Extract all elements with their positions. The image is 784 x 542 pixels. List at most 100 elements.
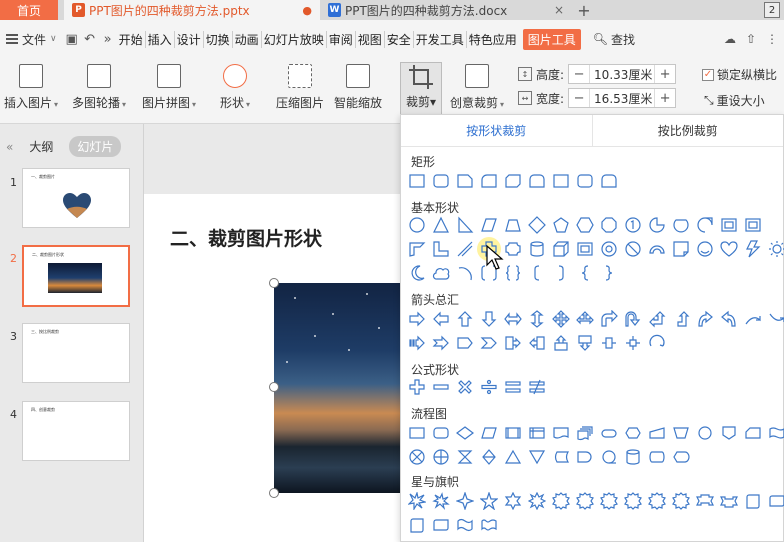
shape-seal-icon[interactable] bbox=[597, 489, 621, 513]
shape-fl-man-op-icon[interactable] bbox=[669, 421, 693, 445]
shape-wave2-icon[interactable] bbox=[477, 513, 501, 537]
more-icon[interactable]: » bbox=[99, 30, 117, 48]
shape-fl-doc-icon[interactable] bbox=[549, 421, 573, 445]
shape-fl-collate-icon[interactable] bbox=[453, 445, 477, 469]
shape-frame-icon[interactable] bbox=[741, 213, 765, 237]
shape-ribbon-icon[interactable] bbox=[693, 489, 717, 513]
shape-burst-icon[interactable] bbox=[405, 489, 429, 513]
shape-fl-data-icon[interactable] bbox=[477, 421, 501, 445]
tab-crop-by-shape[interactable]: 按形状裁剪 bbox=[401, 115, 592, 146]
shape-a-notch-icon[interactable] bbox=[429, 331, 453, 355]
shape-rect-icon[interactable] bbox=[549, 169, 573, 193]
shape-snip-icon[interactable] bbox=[453, 169, 477, 193]
shape-moon-icon[interactable] bbox=[405, 261, 429, 285]
creative-crop-button[interactable]: 创意裁剪 ▾ bbox=[450, 64, 504, 111]
resize-handle-bottom-left[interactable] bbox=[269, 488, 279, 498]
shape-tri-icon[interactable] bbox=[429, 213, 453, 237]
insert-picture-button[interactable]: 插入图片 ▾ bbox=[4, 64, 58, 111]
width-increase-button[interactable]: + bbox=[655, 91, 675, 106]
search-command[interactable]: 🔍︎ 查找 bbox=[593, 31, 635, 48]
shape-fl-prep-icon[interactable] bbox=[621, 421, 645, 445]
lock-aspect-ratio[interactable]: ✓ 锁定纵横比 bbox=[702, 66, 777, 83]
shape-hex-icon[interactable] bbox=[573, 213, 597, 237]
current-slide[interactable]: 二、裁剪图片形状 bbox=[144, 194, 400, 542]
shape-arc-l-icon[interactable] bbox=[453, 261, 477, 285]
tab-close-icon[interactable]: × bbox=[554, 3, 564, 17]
shape-fl-seq-icon[interactable] bbox=[597, 445, 621, 469]
shape-a-curv-l-icon[interactable] bbox=[717, 307, 741, 331]
shape-f-plus-icon[interactable] bbox=[405, 375, 429, 399]
shape-a-call-l-icon[interactable] bbox=[525, 331, 549, 355]
tab-crop-by-ratio[interactable]: 按比例裁剪 bbox=[591, 115, 784, 146]
slide-title[interactable]: 二、裁剪图片形状 bbox=[170, 224, 322, 251]
compress-picture-button[interactable]: 压缩图片 bbox=[276, 64, 324, 111]
menu-tab-animation[interactable]: 动画 bbox=[231, 30, 261, 48]
shape-fl-direct-icon[interactable] bbox=[645, 445, 669, 469]
shape-corner-icon[interactable] bbox=[429, 237, 453, 261]
shape-fl-process-icon[interactable] bbox=[405, 421, 429, 445]
shape-fl-conn-icon[interactable] bbox=[693, 421, 717, 445]
slide-thumbnail-4[interactable]: 四、创意裁剪 bbox=[22, 401, 130, 461]
shape-round2-icon[interactable] bbox=[525, 169, 549, 193]
height-increase-button[interactable]: + bbox=[655, 67, 675, 82]
shape-scroll-h-icon[interactable] bbox=[765, 489, 784, 513]
shape-f-div-icon[interactable] bbox=[477, 375, 501, 399]
slide-thumbnail-3[interactable]: 三、按比例裁剪 bbox=[22, 323, 130, 383]
shape-f-ne-icon[interactable] bbox=[525, 375, 549, 399]
menu-tab-view[interactable]: 视图 bbox=[354, 30, 384, 48]
shape-rtri-icon[interactable] bbox=[453, 213, 477, 237]
shape-wave-icon[interactable] bbox=[453, 513, 477, 537]
shape-braces-icon[interactable] bbox=[501, 261, 525, 285]
menu-tab-developer[interactable]: 开发工具 bbox=[412, 30, 466, 48]
shape-a-l-r-icon[interactable] bbox=[501, 307, 525, 331]
shape-a-bent-icon[interactable] bbox=[597, 307, 621, 331]
shape-a-u-d-icon[interactable] bbox=[525, 307, 549, 331]
shape-smile-icon[interactable] bbox=[693, 237, 717, 261]
shape-a-curv-u-icon[interactable] bbox=[741, 307, 765, 331]
lock-aspect-checkbox[interactable]: ✓ bbox=[702, 68, 714, 81]
shape-ribbon2-icon[interactable] bbox=[717, 489, 741, 513]
shape-a-curv-d-icon[interactable] bbox=[765, 307, 784, 331]
shape-a-call-icon[interactable] bbox=[501, 331, 525, 355]
shape-lbr-icon[interactable] bbox=[525, 261, 549, 285]
shape-cube-icon[interactable] bbox=[549, 237, 573, 261]
shape-snip2-icon[interactable] bbox=[501, 169, 525, 193]
shape-a-circ-icon[interactable] bbox=[645, 331, 669, 355]
undo-icon[interactable]: ↶ bbox=[81, 30, 99, 48]
shape-fl-display-icon[interactable] bbox=[669, 445, 693, 469]
shape-no-sym-icon[interactable] bbox=[621, 237, 645, 261]
shape-seal-icon[interactable] bbox=[621, 489, 645, 513]
menu-tab-review[interactable]: 审阅 bbox=[325, 30, 355, 48]
shape-half-icon[interactable] bbox=[405, 237, 429, 261]
slide-thumbnail-2[interactable]: 二、裁剪图片形状 bbox=[22, 245, 130, 307]
tab-outline[interactable]: 大纲 bbox=[21, 136, 61, 157]
resize-handle-top-left[interactable] bbox=[269, 278, 279, 288]
slide-thumbnail-1[interactable]: 一、裁剪图片 bbox=[22, 168, 130, 228]
shape-diag-icon[interactable] bbox=[453, 237, 477, 261]
shape-st4-icon[interactable] bbox=[453, 489, 477, 513]
shape-bolt-icon[interactable] bbox=[741, 237, 765, 261]
shape-scroll-h-icon[interactable] bbox=[429, 513, 453, 537]
shape-button[interactable]: 形状 ▾ bbox=[220, 64, 250, 111]
shape-fl-multi-icon[interactable] bbox=[573, 421, 597, 445]
shape-fl-dec-icon[interactable] bbox=[453, 421, 477, 445]
shape-can-icon[interactable] bbox=[525, 237, 549, 261]
multi-carousel-button[interactable]: 多图轮播 ▾ bbox=[72, 64, 126, 111]
shape-fl-term-icon[interactable] bbox=[597, 421, 621, 445]
shape-sun-icon[interactable] bbox=[765, 237, 784, 261]
height-input[interactable] bbox=[589, 65, 656, 83]
shape-para-icon[interactable] bbox=[477, 213, 501, 237]
shape-f-eq-icon[interactable] bbox=[501, 375, 525, 399]
window-count-badge[interactable]: 2 bbox=[764, 2, 780, 18]
shape-round2-icon[interactable] bbox=[597, 169, 621, 193]
shape-arc-icon[interactable] bbox=[645, 237, 669, 261]
shape-rrect-icon[interactable] bbox=[429, 169, 453, 193]
save-icon[interactable]: ▣ bbox=[63, 30, 81, 48]
shape-a-call-l-r-icon[interactable] bbox=[597, 331, 621, 355]
menu-tab-slideshow[interactable]: 幻灯片放映 bbox=[260, 30, 326, 48]
collapse-panel-icon[interactable]: « bbox=[6, 140, 13, 154]
reset-size-button[interactable]: ⤡ 重设大小 bbox=[704, 92, 765, 109]
shape-burst2-icon[interactable] bbox=[429, 489, 453, 513]
shape-round1-icon[interactable] bbox=[477, 169, 501, 193]
file-menu[interactable]: 文件 ∨ bbox=[4, 31, 63, 48]
